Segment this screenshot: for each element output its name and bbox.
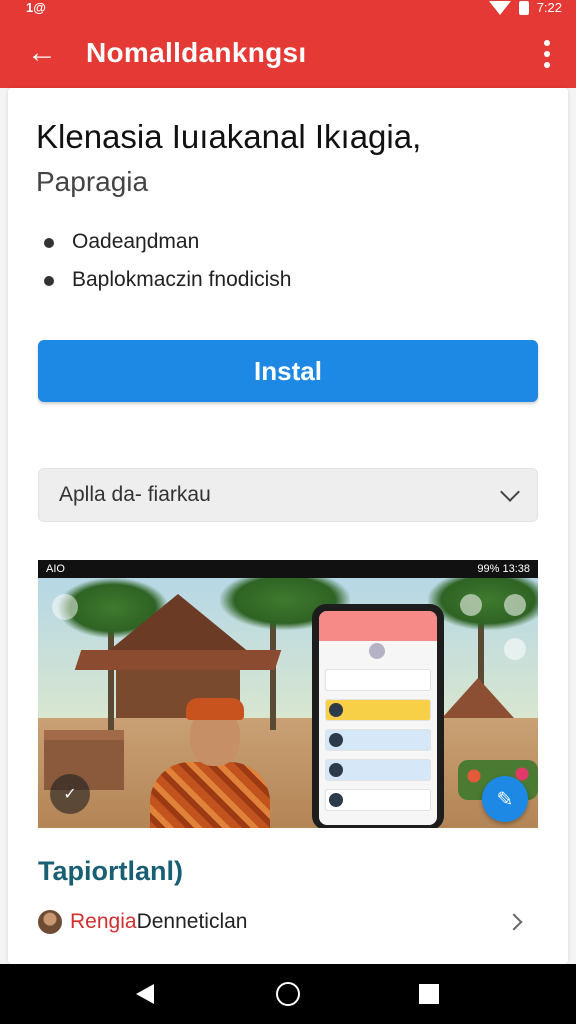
screenshot-status-bar: AIO 99% 13:38 (38, 560, 538, 578)
hut-roof (442, 678, 514, 718)
dropdown-select[interactable]: Aplla da- fiarkau (38, 468, 538, 522)
author-highlight: Rengia (70, 910, 137, 933)
install-button[interactable]: Instal (38, 340, 538, 402)
app-screenshot-image[interactable]: ✓ ✎ AIO 99% 13:38 (38, 560, 538, 828)
feature-list-item: Baplokmaczin fnodicish (44, 266, 291, 304)
phone-mockup (312, 604, 444, 828)
overlay-icon (460, 594, 482, 616)
app-bar: ← Nomalldankngsı (0, 22, 576, 84)
person-headwrap (186, 698, 244, 720)
status-icons: 7:22 (488, 0, 562, 15)
app-screen: 1@ 7:22 ← Nomalldankngsı Klenasia Iuıaka… (0, 0, 576, 1024)
signal-icon (488, 0, 511, 15)
phone-list-row (325, 729, 431, 751)
overlay-icon (504, 638, 526, 660)
page-title: Klenasia Iuıakanal Ikıagia, (36, 118, 422, 155)
screenshot-status-left: AIO (46, 563, 65, 575)
check-icon[interactable]: ✓ (50, 774, 90, 814)
phone-header (319, 611, 437, 641)
screenshot-status-right: 99% 13:38 (477, 563, 530, 575)
traditional-house-roof (100, 594, 256, 658)
status-bar: 1@ 7:22 (0, 0, 576, 18)
edit-fab-icon[interactable]: ✎ (482, 776, 528, 822)
status-time: 7:22 (536, 0, 562, 15)
top-app-bar: 1@ 7:22 ← Nomalldankngsı (0, 0, 576, 88)
phone-list-row (325, 759, 431, 781)
person-figure (150, 698, 270, 828)
feature-list: Oadeaŋdman Baplokmaczin fnodicish (44, 228, 291, 304)
chevron-right-icon (505, 913, 523, 931)
phone-list-row (325, 669, 431, 691)
phone-list-row (325, 699, 431, 721)
nav-recents-icon[interactable] (419, 984, 439, 1004)
back-arrow-icon[interactable]: ← (12, 23, 72, 83)
nav-back-icon[interactable] (136, 984, 154, 1004)
person-body (150, 762, 270, 828)
traditional-house-eave (74, 650, 282, 670)
battery-icon (518, 0, 529, 15)
app-bar-title: Nomalldankngsı (86, 37, 307, 68)
chevron-down-icon (500, 482, 520, 502)
phone-list-row (325, 789, 431, 811)
nav-home-icon[interactable] (276, 982, 300, 1006)
page-subtitle: Papragia (36, 166, 149, 197)
avatar (38, 910, 62, 934)
system-nav-bar (0, 964, 576, 1024)
more-options-icon[interactable] (544, 40, 552, 68)
author-row[interactable]: Rengia Denneticlan (38, 902, 538, 942)
phone-screen (319, 611, 437, 825)
app-details-card: Klenasia Iuıakanal Ikıagia, Papragia Oad… (8, 88, 568, 964)
status-left-text: 1@ (26, 0, 46, 15)
overlay-icon (52, 594, 78, 620)
section-heading: Tapiortlanl) (38, 856, 183, 886)
author-name: Denneticlan (136, 910, 248, 933)
phone-avatar (369, 643, 385, 659)
feature-list-item: Oadeaŋdman (44, 228, 291, 266)
overlay-icon (504, 594, 526, 616)
dropdown-value: Aplla da- fiarkau (59, 483, 211, 506)
